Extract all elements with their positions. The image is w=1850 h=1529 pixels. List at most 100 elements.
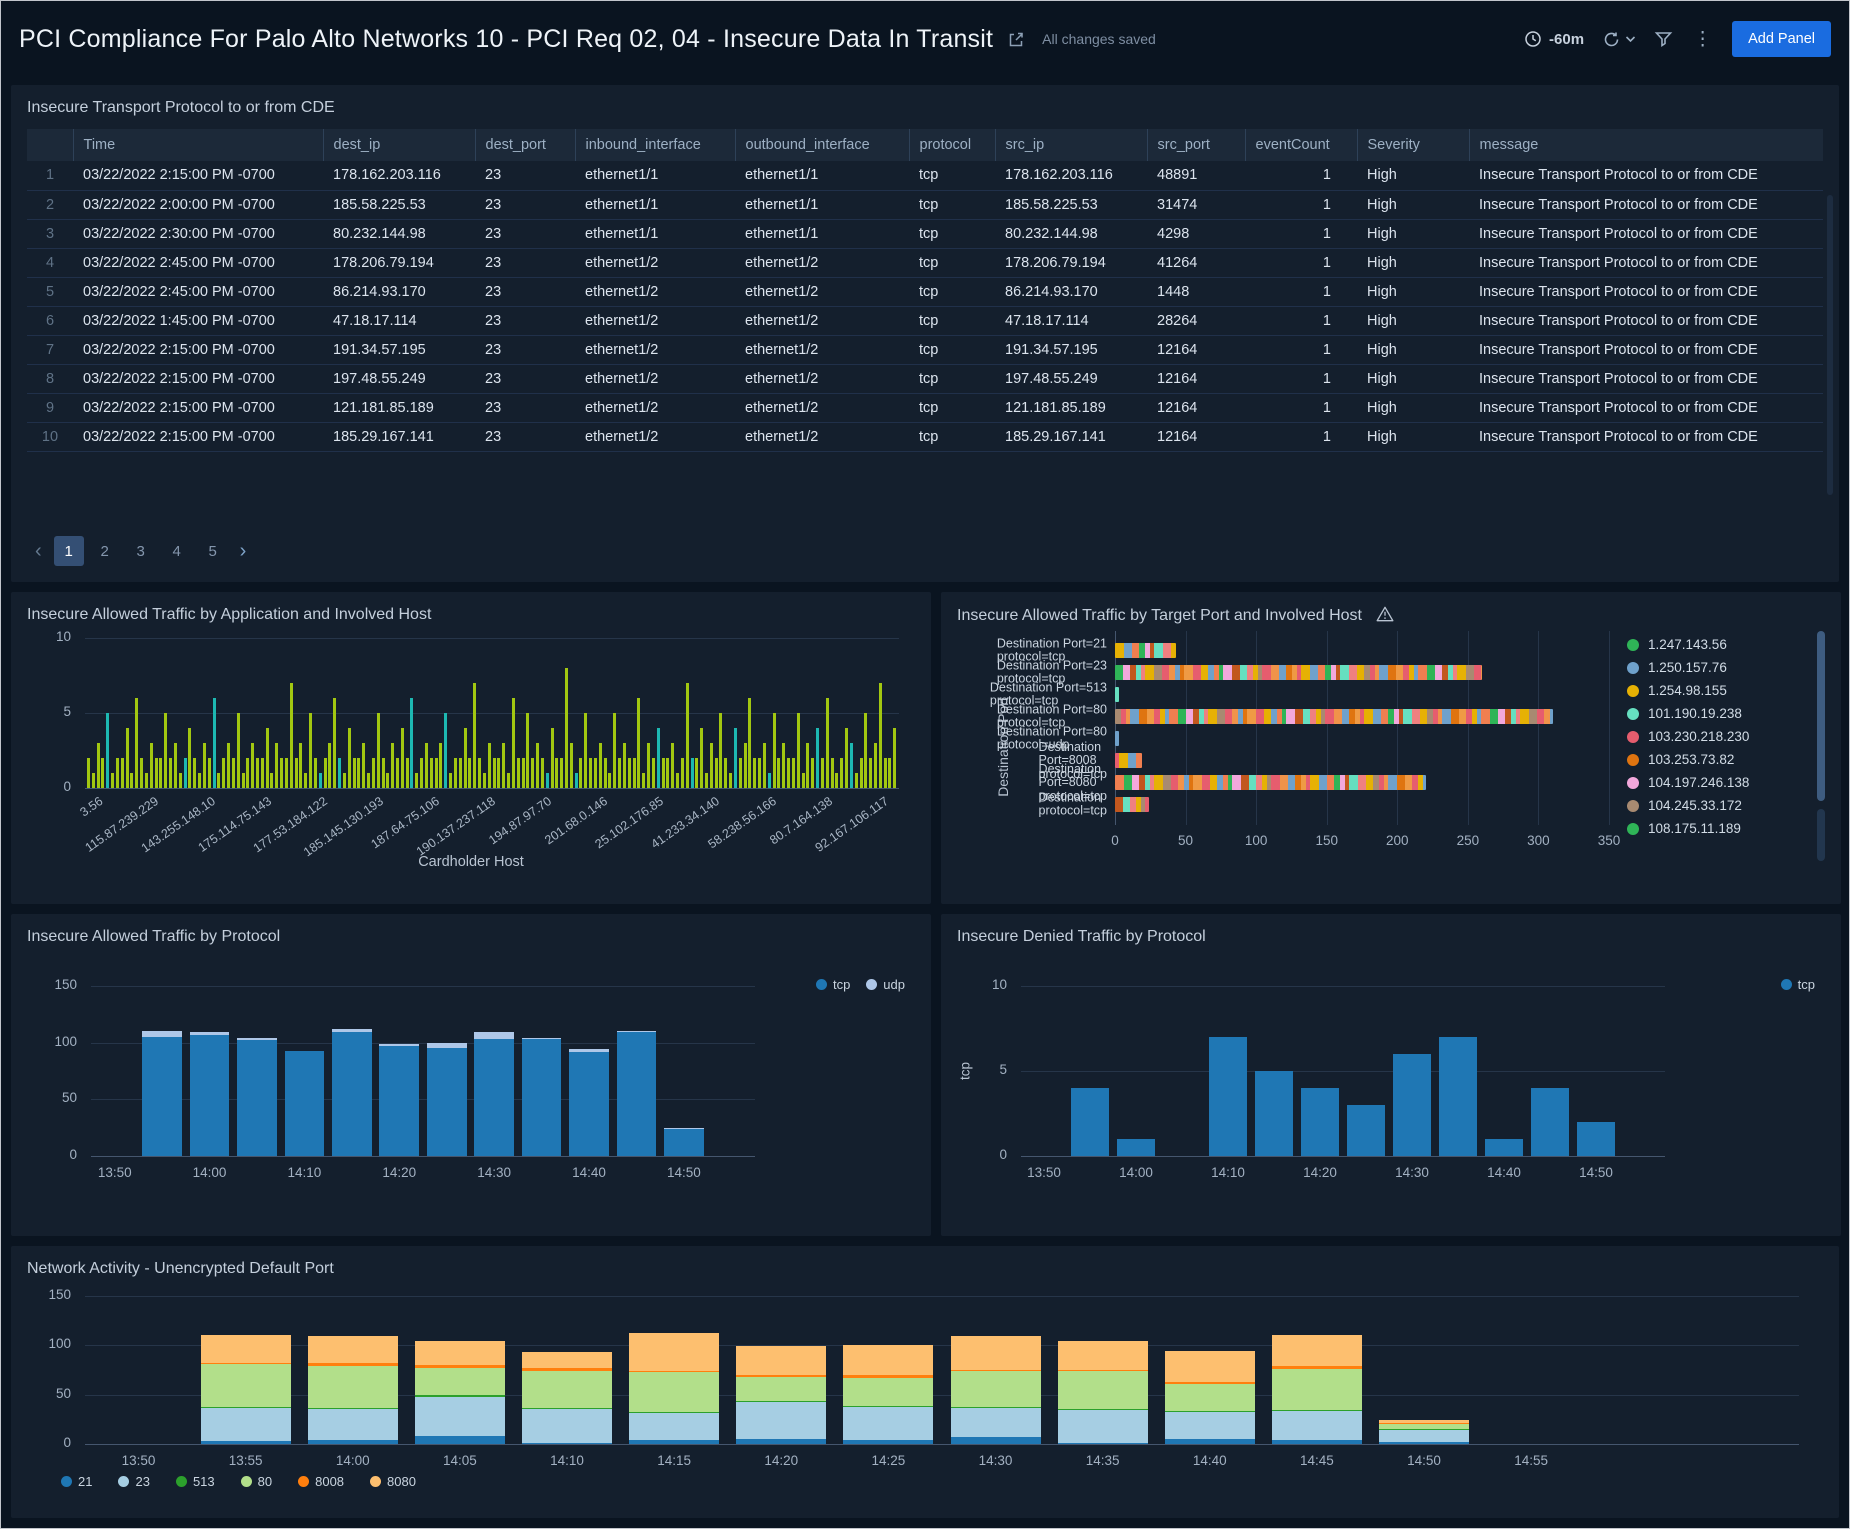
bar-segment-80[interactable] — [1165, 1384, 1255, 1412]
column-header-time[interactable]: Time — [73, 129, 323, 161]
legend-item-23[interactable]: 23 — [118, 1474, 149, 1489]
legend-item-udp[interactable]: udp — [866, 977, 905, 992]
bar-segment-8008[interactable] — [201, 1363, 291, 1364]
bar-segment-21[interactable] — [522, 1443, 612, 1444]
bar-segment-80[interactable] — [201, 1364, 291, 1407]
legend-item-513[interactable]: 513 — [176, 1474, 215, 1489]
bar-segment-tcp[interactable] — [332, 1032, 372, 1156]
table-row[interactable]: 803/22/2022 2:15:00 PM -0700197.48.55.24… — [27, 364, 1823, 393]
bar-destination-port[interactable] — [1115, 687, 1119, 702]
table-scrollbar[interactable] — [1827, 195, 1833, 495]
bar-segment-8008[interactable] — [1379, 1423, 1469, 1424]
bar-segment-8080[interactable] — [843, 1345, 933, 1375]
add-panel-button[interactable]: Add Panel — [1732, 21, 1831, 57]
bar-segment-21[interactable] — [1379, 1442, 1469, 1444]
bar-segment-udp[interactable] — [237, 1038, 277, 1040]
bar-segment-udp[interactable] — [142, 1031, 182, 1037]
legend-item-104.197.246.138[interactable]: 104.197.246.138 — [1627, 775, 1813, 790]
legend-item-1.247.143.56[interactable]: 1.247.143.56 — [1627, 637, 1813, 652]
table-row[interactable]: 503/22/2022 2:45:00 PM -070086.214.93.17… — [27, 277, 1823, 306]
bar-segment-23[interactable] — [415, 1397, 505, 1436]
column-header-inbound_interface[interactable]: inbound_interface — [575, 129, 735, 161]
table-row[interactable]: 603/22/2022 1:45:00 PM -070047.18.17.114… — [27, 306, 1823, 335]
bar-segment-513[interactable] — [1379, 1429, 1469, 1430]
legend-item-1.254.98.155[interactable]: 1.254.98.155 — [1627, 683, 1813, 698]
pagination-page-3[interactable]: 3 — [126, 536, 156, 566]
bar-segment-80[interactable] — [736, 1377, 826, 1401]
bar-segment-udp[interactable] — [617, 1031, 657, 1032]
column-header-message[interactable]: message — [1469, 129, 1823, 161]
bar-segment-tcp[interactable] — [190, 1035, 230, 1156]
refresh-icon[interactable] — [1602, 30, 1636, 49]
bar-segment-8080[interactable] — [522, 1352, 612, 1368]
legend-item-103.253.73.82[interactable]: 103.253.73.82 — [1627, 752, 1813, 767]
legend-item-103.230.218.230[interactable]: 103.230.218.230 — [1627, 729, 1813, 744]
bar-segment-8080[interactable] — [1165, 1351, 1255, 1382]
bar-segment-8008[interactable] — [951, 1370, 1041, 1371]
legend-item-104.245.33.172[interactable]: 104.245.33.172 — [1627, 798, 1813, 813]
bar-segment-tcp[interactable] — [1393, 1054, 1432, 1156]
bar-segment-8008[interactable] — [1272, 1366, 1362, 1369]
column-header-src_port[interactable]: src_port — [1147, 129, 1245, 161]
legend-item-108.175.11.189[interactable]: 108.175.11.189 — [1627, 821, 1813, 836]
port-host-plot[interactable]: 050100150200250300350 — [1115, 631, 1627, 890]
legend-item-tcp[interactable]: tcp — [1781, 977, 1815, 992]
legend-item-8080[interactable]: 8080 — [370, 1474, 416, 1489]
network-activity-plot[interactable]: 05010015013:5013:5514:0014:0514:1014:151… — [85, 1296, 1799, 1444]
denied-protocol-plot[interactable]: tcp 051013:5014:0014:1014:2014:3014:4014… — [1021, 986, 1815, 1156]
pagination-prev[interactable]: ‹ — [29, 540, 48, 563]
bar-segment-21[interactable] — [843, 1440, 933, 1444]
allowed-protocol-plot[interactable]: 05010015013:5014:0014:1014:2014:3014:401… — [91, 986, 905, 1156]
bar-segment-513[interactable] — [1058, 1409, 1148, 1410]
column-header-eventcount[interactable]: eventCount — [1245, 129, 1357, 161]
share-icon[interactable] — [1007, 30, 1026, 49]
bar-segment-21[interactable] — [415, 1436, 505, 1444]
column-header-src_ip[interactable]: src_ip — [995, 129, 1147, 161]
bar-segment-513[interactable] — [951, 1407, 1041, 1408]
bar-destination-port[interactable] — [1115, 797, 1149, 812]
bar-segment-23[interactable] — [201, 1408, 291, 1441]
bar-segment-8008[interactable] — [522, 1368, 612, 1371]
bar-segment-80[interactable] — [308, 1366, 398, 1408]
table-row[interactable]: 303/22/2022 2:30:00 PM -070080.232.144.9… — [27, 219, 1823, 248]
bar-segment-tcp[interactable] — [664, 1129, 704, 1156]
bar-segment-23[interactable] — [1379, 1430, 1469, 1442]
legend-item-1.250.157.76[interactable]: 1.250.157.76 — [1627, 660, 1813, 675]
bar-destination-port[interactable] — [1115, 709, 1553, 724]
filter-icon[interactable] — [1654, 30, 1673, 48]
bar-destination-port[interactable] — [1115, 731, 1119, 746]
bar-segment-80[interactable] — [1058, 1371, 1148, 1409]
pagination-page-5[interactable]: 5 — [198, 536, 228, 566]
bar-segment-8080[interactable] — [308, 1336, 398, 1363]
bar-segment-8008[interactable] — [736, 1375, 826, 1377]
bar-segment-8080[interactable] — [1058, 1341, 1148, 1370]
bar-segment-80[interactable] — [951, 1371, 1041, 1408]
column-header-protocol[interactable]: protocol — [909, 129, 995, 161]
legend-item-tcp[interactable]: tcp — [816, 977, 850, 992]
bar-segment-513[interactable] — [522, 1408, 612, 1409]
bar-segment-tcp[interactable] — [474, 1039, 514, 1156]
pagination-page-1[interactable]: 1 — [54, 536, 84, 566]
bar-segment-23[interactable] — [1272, 1411, 1362, 1440]
bar-segment-21[interactable] — [1272, 1440, 1362, 1444]
bar-destination-port[interactable] — [1115, 775, 1426, 790]
bar-segment-8008[interactable] — [843, 1375, 933, 1378]
legend-item-80[interactable]: 80 — [241, 1474, 272, 1489]
legend-scrollbar[interactable] — [1817, 631, 1825, 890]
bar-segment-80[interactable] — [522, 1371, 612, 1408]
table-row[interactable]: 203/22/2022 2:00:00 PM -0700185.58.225.5… — [27, 190, 1823, 219]
bar-segment-tcp[interactable] — [1209, 1037, 1248, 1156]
bar-segment-21[interactable] — [736, 1439, 826, 1444]
bar-segment-tcp[interactable] — [617, 1032, 657, 1156]
bar-segment-21[interactable] — [1165, 1439, 1255, 1444]
bar-segment-udp[interactable] — [427, 1043, 467, 1049]
bar-segment-23[interactable] — [308, 1409, 398, 1440]
bar-segment-udp[interactable] — [522, 1038, 562, 1039]
bar-segment-513[interactable] — [736, 1401, 826, 1402]
table-row[interactable]: 903/22/2022 2:15:00 PM -0700121.181.85.1… — [27, 393, 1823, 422]
legend-item-21[interactable]: 21 — [61, 1474, 92, 1489]
bar-segment-23[interactable] — [522, 1409, 612, 1443]
bar-segment-tcp[interactable] — [1347, 1105, 1386, 1156]
table-row[interactable]: 403/22/2022 2:45:00 PM -0700178.206.79.1… — [27, 248, 1823, 277]
bar-segment-513[interactable] — [843, 1406, 933, 1407]
